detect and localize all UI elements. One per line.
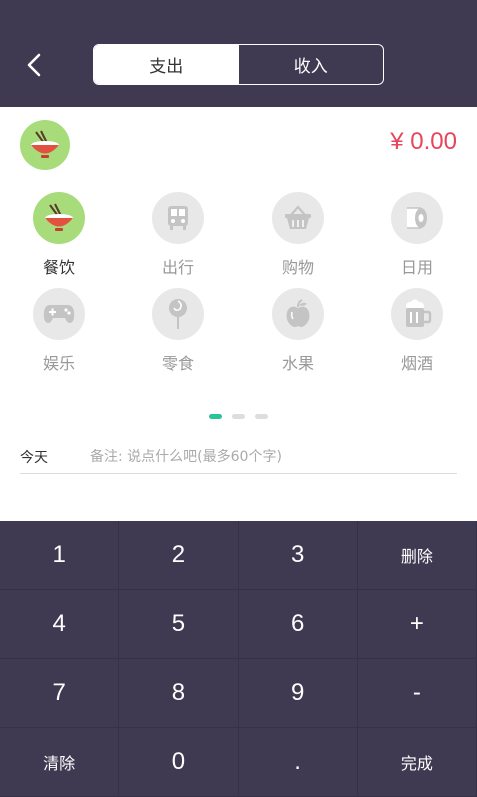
bus-icon bbox=[168, 206, 188, 230]
tab-income[interactable]: 收入 bbox=[239, 45, 384, 84]
category-entertainment[interactable]: 娱乐 bbox=[19, 288, 99, 374]
clear-button[interactable]: 清除 bbox=[0, 728, 120, 797]
bowl-icon bbox=[31, 130, 59, 158]
decimal-point-button[interactable]: . bbox=[238, 728, 358, 797]
toilet-paper-icon bbox=[407, 207, 427, 229]
category-transport[interactable]: 出行 bbox=[138, 192, 218, 278]
amount-display: ¥ 0.00 bbox=[390, 128, 457, 155]
minus-button[interactable]: - bbox=[357, 659, 477, 728]
apple-icon bbox=[286, 299, 310, 327]
category-fruit[interactable]: 水果 bbox=[258, 288, 338, 374]
done-button[interactable]: 完成 bbox=[357, 728, 477, 797]
key-2[interactable]: 2 bbox=[119, 521, 239, 590]
key-6[interactable]: 6 bbox=[238, 590, 358, 659]
category-shopping[interactable]: 购物 bbox=[258, 192, 338, 278]
category-label: 出行 bbox=[161, 258, 194, 277]
lollipop-icon bbox=[169, 299, 187, 329]
category-snacks[interactable]: 零食 bbox=[138, 288, 218, 374]
category-dining[interactable]: 餐饮 bbox=[19, 192, 99, 278]
gamepad-icon bbox=[43, 305, 75, 323]
page-dot[interactable] bbox=[209, 414, 222, 419]
key-8[interactable]: 8 bbox=[119, 659, 239, 728]
page-dot[interactable] bbox=[232, 414, 245, 419]
bowl-icon bbox=[45, 203, 73, 231]
note-input[interactable] bbox=[90, 448, 457, 465]
tab-expense[interactable]: 支出 bbox=[94, 45, 239, 84]
note-row: 今天 bbox=[20, 440, 457, 474]
key-3[interactable]: 3 bbox=[238, 521, 358, 590]
category-label: 零食 bbox=[161, 354, 194, 373]
number-keypad: 1 2 3 删除 4 5 6 + 7 8 9 - 清除 0 . 完成 bbox=[0, 521, 477, 797]
key-5[interactable]: 5 bbox=[119, 590, 239, 659]
page-dot[interactable] bbox=[255, 414, 268, 419]
basket-icon bbox=[285, 205, 311, 229]
back-button[interactable] bbox=[18, 48, 50, 82]
category-tobacco-alcohol[interactable]: 烟酒 bbox=[377, 288, 457, 374]
chevron-left-icon bbox=[27, 53, 41, 77]
delete-button[interactable]: 删除 bbox=[357, 521, 477, 590]
category-label: 水果 bbox=[281, 354, 314, 373]
selected-category-icon bbox=[20, 120, 70, 170]
plus-button[interactable]: + bbox=[357, 590, 477, 659]
category-daily[interactable]: 日用 bbox=[377, 192, 457, 278]
date-picker[interactable]: 今天 bbox=[20, 447, 90, 467]
top-bar: 支出 收入 bbox=[0, 0, 477, 107]
page-indicator bbox=[0, 414, 477, 419]
category-label: 餐饮 bbox=[42, 258, 75, 277]
key-4[interactable]: 4 bbox=[0, 590, 120, 659]
category-label: 娱乐 bbox=[42, 354, 75, 373]
category-label: 烟酒 bbox=[400, 354, 433, 373]
type-segmented-control: 支出 收入 bbox=[93, 44, 384, 85]
category-label: 日用 bbox=[400, 258, 433, 277]
key-0[interactable]: 0 bbox=[119, 728, 239, 797]
key-7[interactable]: 7 bbox=[0, 659, 120, 728]
key-9[interactable]: 9 bbox=[238, 659, 358, 728]
key-1[interactable]: 1 bbox=[0, 521, 120, 590]
beer-icon bbox=[406, 299, 432, 327]
category-label: 购物 bbox=[281, 258, 314, 277]
